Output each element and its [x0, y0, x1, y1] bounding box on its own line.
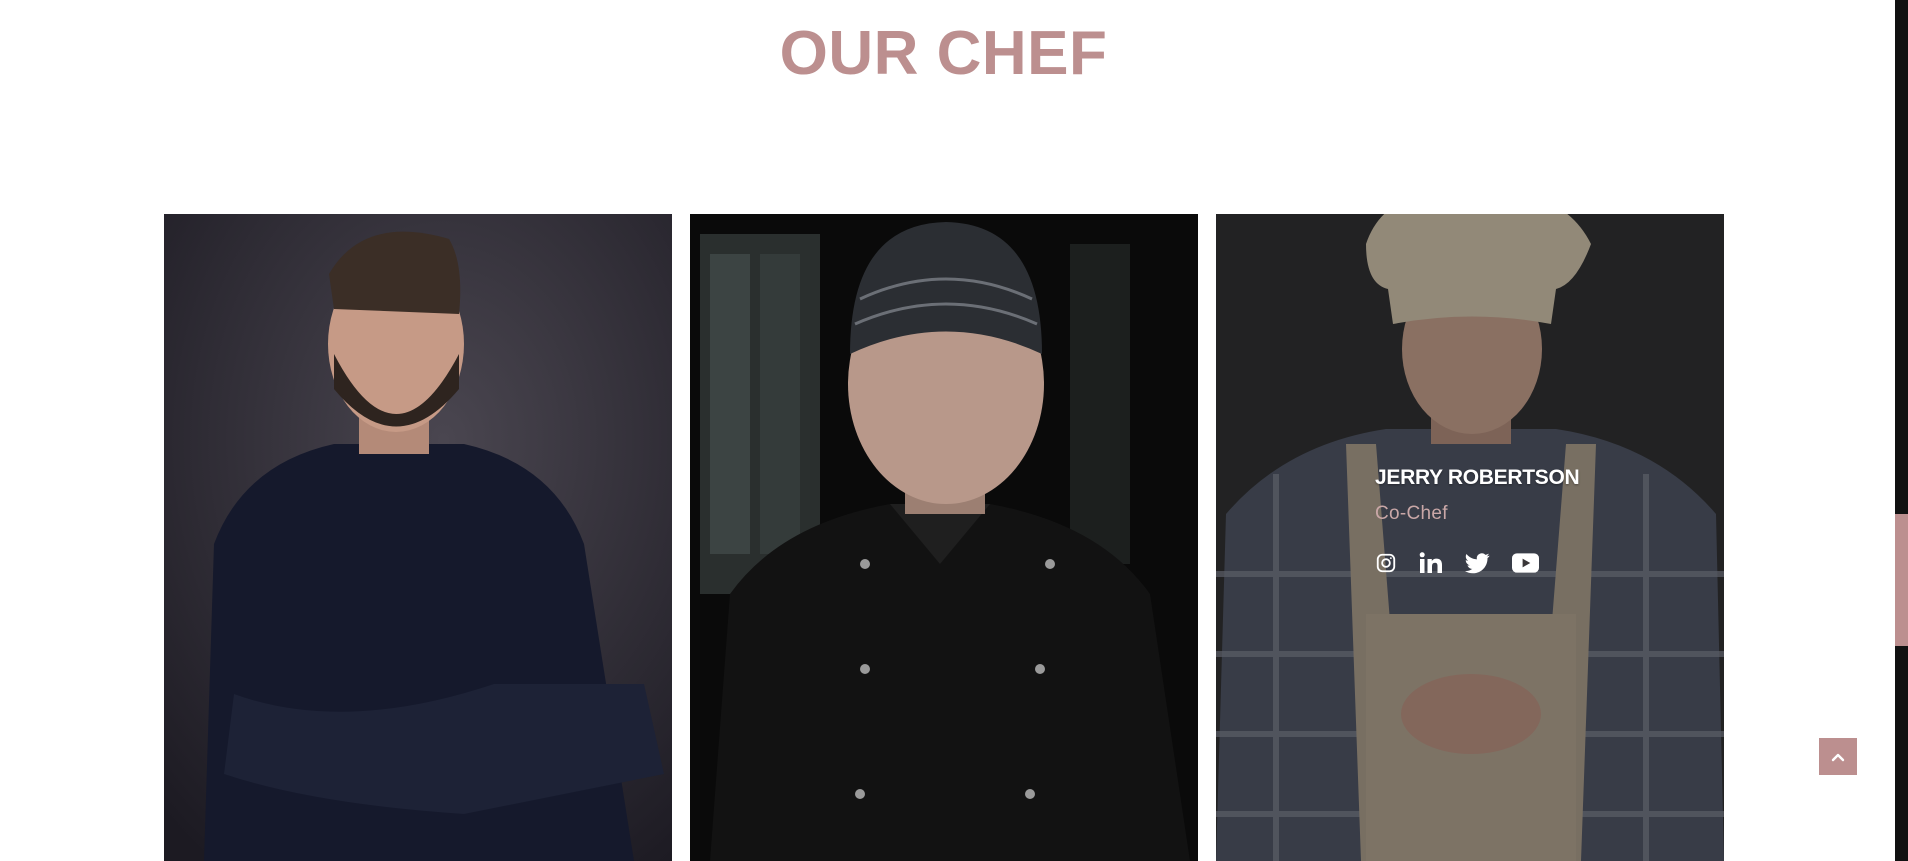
chef-card-1[interactable] — [164, 214, 672, 861]
back-to-top-button[interactable] — [1819, 738, 1857, 775]
instagram-icon[interactable] — [1375, 552, 1397, 574]
youtube-icon[interactable] — [1512, 553, 1539, 573]
chef-card-2[interactable] — [690, 214, 1198, 861]
social-links — [1375, 552, 1579, 574]
scrollbar-thumb[interactable] — [1895, 514, 1908, 646]
chevron-up-icon — [1831, 753, 1845, 761]
chef-role: Co-Chef — [1375, 503, 1448, 524]
chef-card-3[interactable]: JERRY ROBERTSON Co-Chef — [1216, 214, 1724, 861]
section-title: OUR CHEF — [779, 19, 1108, 88]
chef-name: JERRY ROBERTSON — [1375, 466, 1580, 489]
chef-info: JERRY ROBERTSON Co-Chef — [1375, 466, 1580, 574]
linkedin-icon[interactable] — [1419, 552, 1443, 574]
chef-photo-1 — [164, 214, 672, 861]
chef-photo-2 — [690, 214, 1198, 861]
page-scrollbar[interactable] — [1895, 0, 1908, 861]
twitter-icon[interactable] — [1465, 552, 1490, 574]
